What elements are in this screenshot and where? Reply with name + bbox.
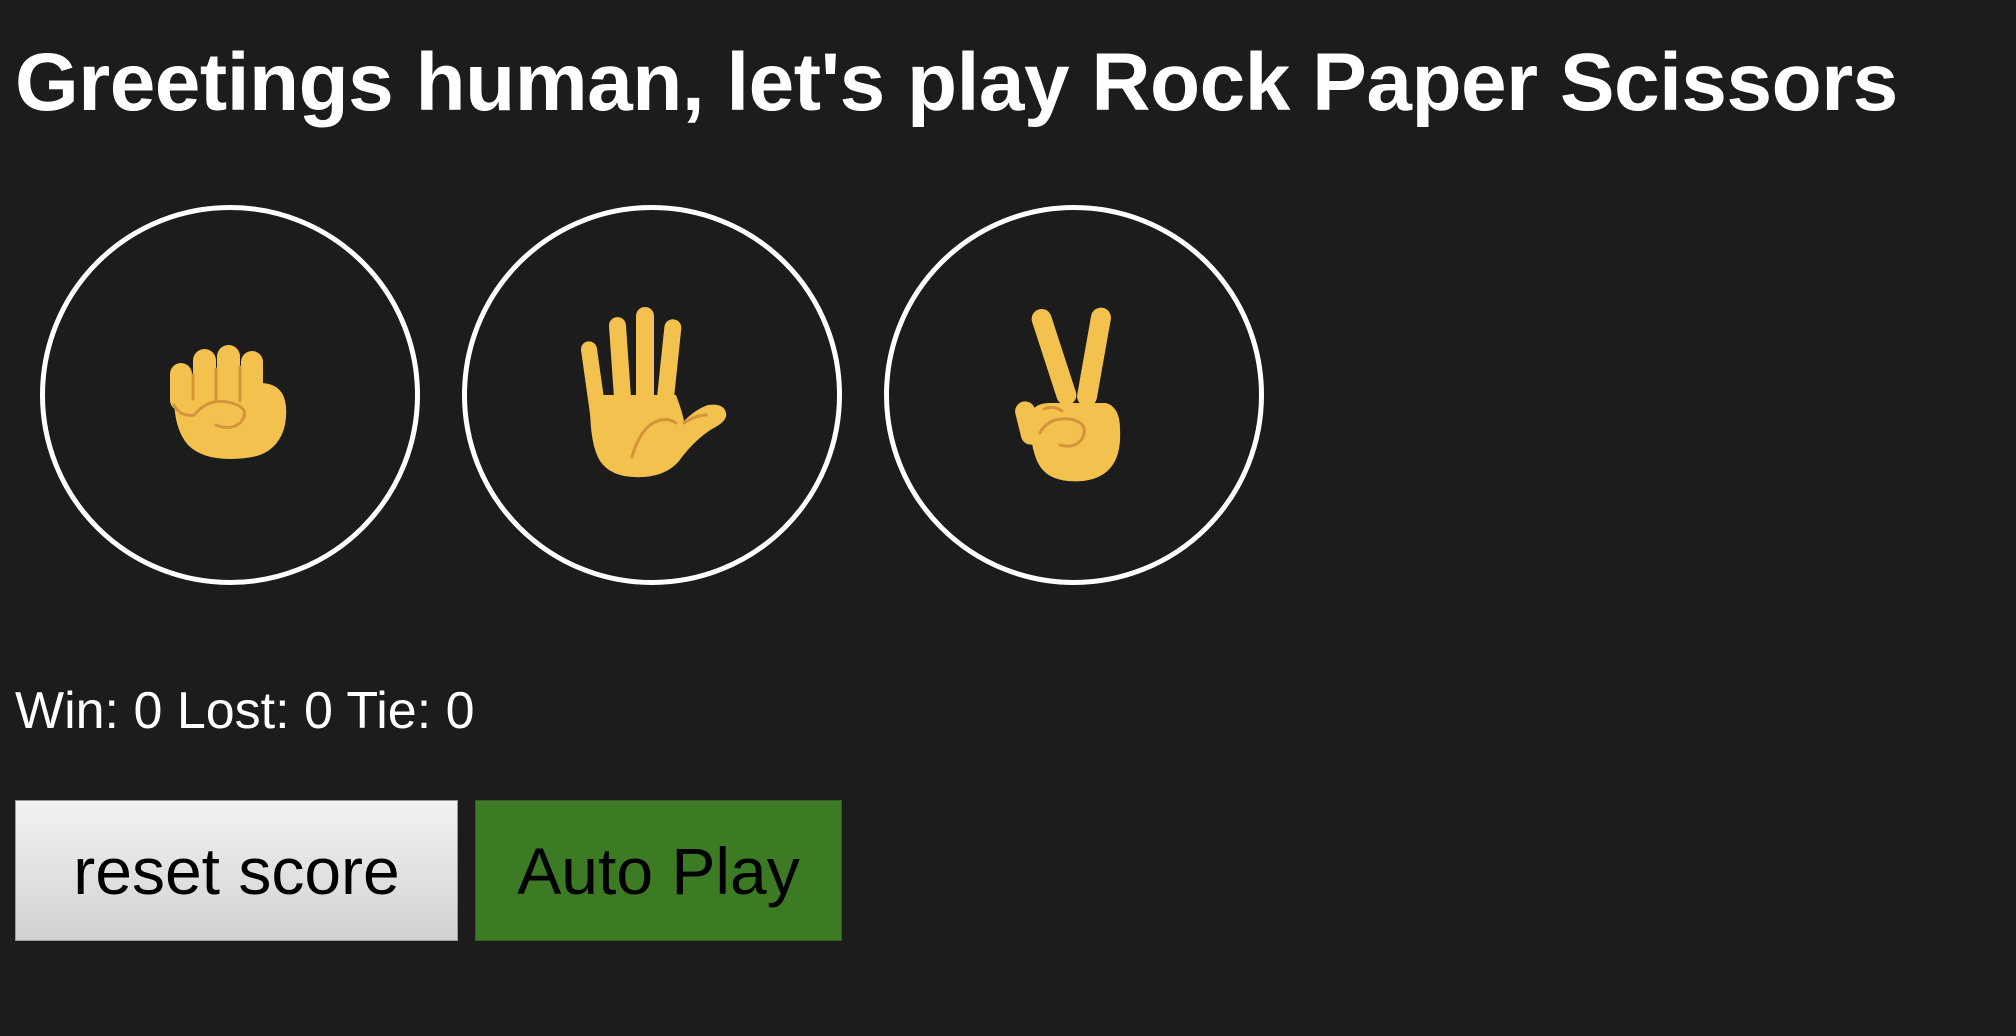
auto-play-button[interactable]: Auto Play — [475, 800, 842, 941]
move-choices — [40, 205, 1264, 585]
raised-fist-icon — [170, 345, 287, 459]
paper-button[interactable] — [462, 205, 842, 585]
scissors-button[interactable] — [884, 205, 1264, 585]
page-title: Greetings human, let's play Rock Paper S… — [15, 37, 1898, 128]
score-display: Win: 0 Lost: 0 Tie: 0 — [15, 682, 475, 740]
control-buttons: reset score Auto Play — [15, 800, 842, 941]
raised-hand-icon — [580, 307, 727, 478]
victory-hand-icon — [1015, 307, 1121, 482]
reset-score-button[interactable]: reset score — [15, 800, 458, 941]
rock-button[interactable] — [40, 205, 420, 585]
